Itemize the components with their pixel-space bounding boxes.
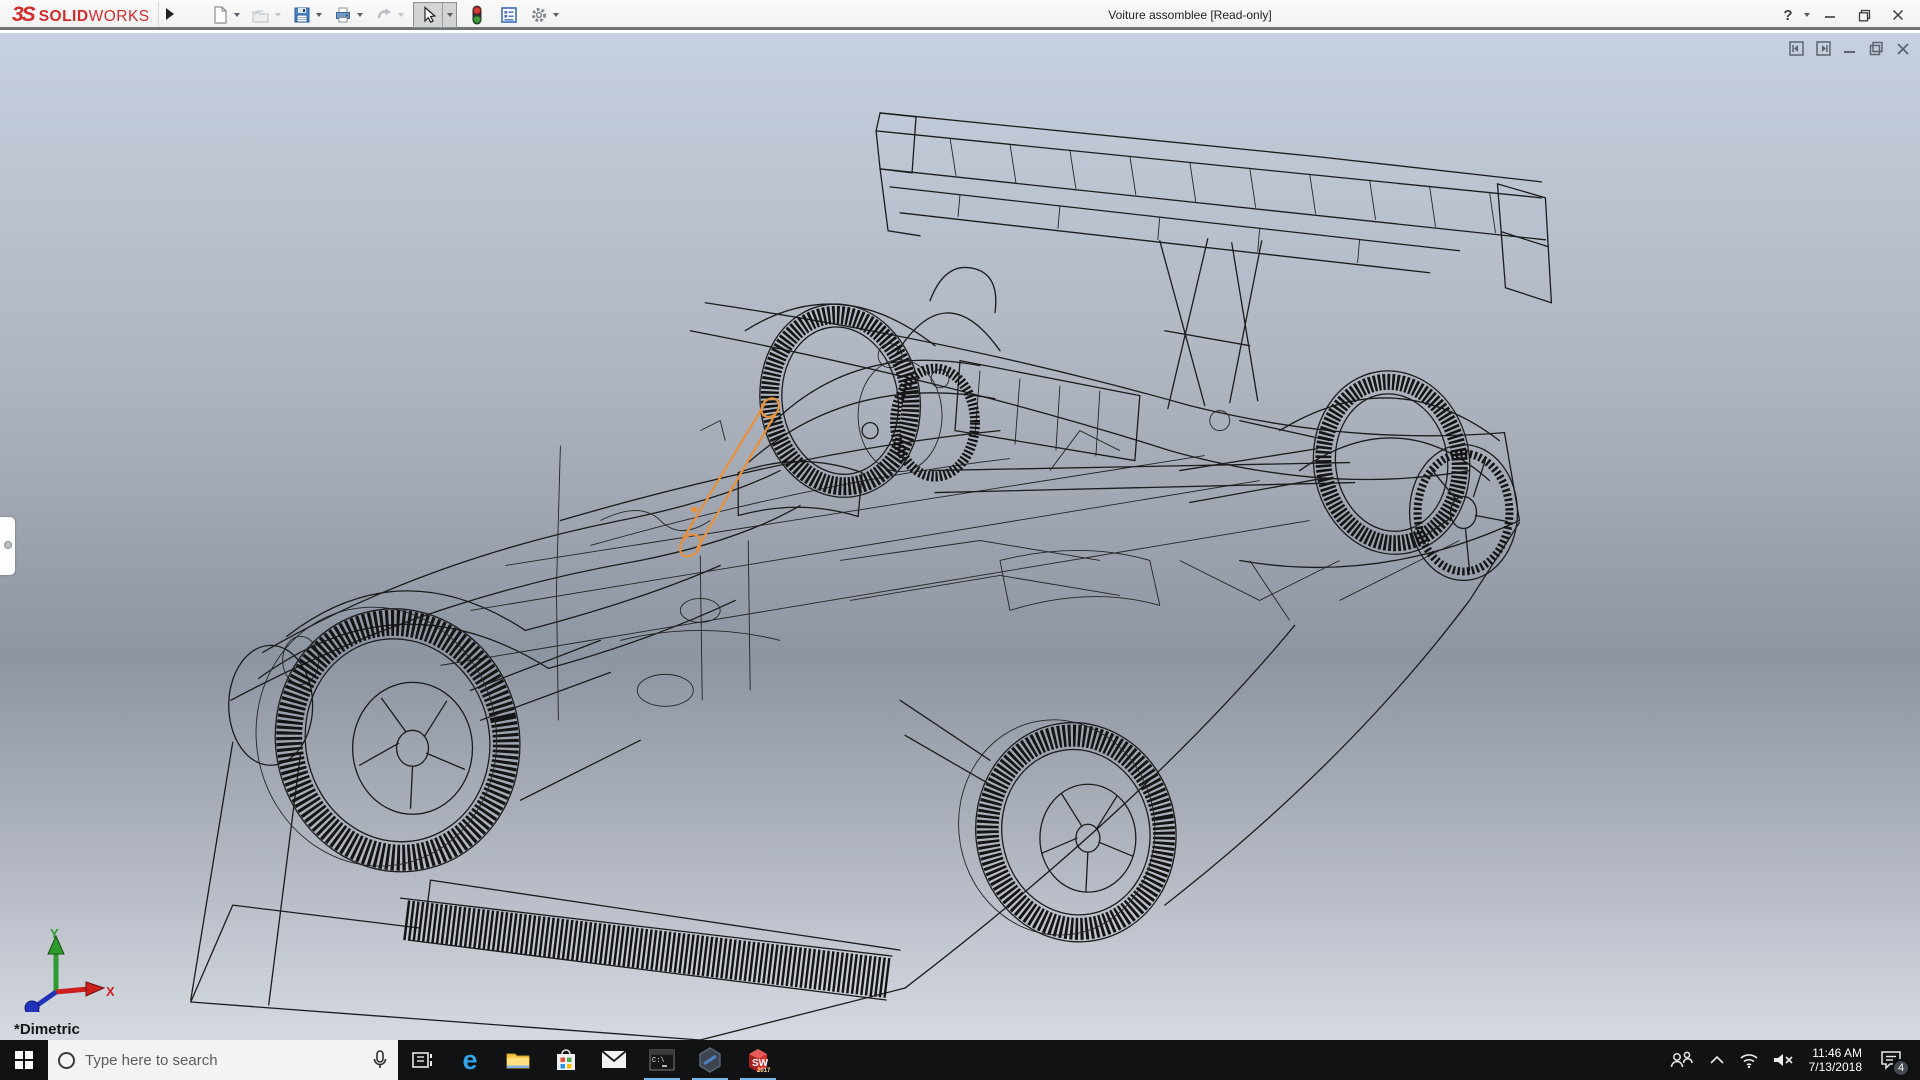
- print-button[interactable]: [331, 3, 355, 27]
- help-button[interactable]: ?: [1778, 7, 1798, 24]
- taskbar-app-store[interactable]: [542, 1040, 590, 1080]
- taskbar-app-solidworks[interactable]: SW 2017: [734, 1040, 782, 1080]
- system-tray: 11:46 AM 7/13/2018 4: [1669, 1040, 1920, 1080]
- divider: [158, 2, 159, 27]
- undo-button[interactable]: [372, 3, 396, 27]
- select-dropdown-cell[interactable]: [442, 3, 456, 27]
- file-explorer-icon: [505, 1048, 531, 1072]
- save-dropdown-caret[interactable]: [316, 13, 322, 17]
- taskbar-search[interactable]: [48, 1040, 398, 1080]
- restore-button[interactable]: [1850, 4, 1878, 26]
- cmd-prompt-text: C:\: [652, 1057, 665, 1065]
- sw-year-label: 2017: [757, 1068, 771, 1074]
- pane-right-button[interactable]: [1816, 41, 1831, 56]
- menu-flyout-arrow-icon[interactable]: [166, 8, 174, 20]
- open-folder-icon: [251, 5, 271, 25]
- edge-icon: e: [462, 1048, 477, 1072]
- new-dropdown-caret[interactable]: [234, 13, 240, 17]
- taskbar-app-edge[interactable]: e: [446, 1040, 494, 1080]
- clock-time: 11:46 AM: [1809, 1046, 1862, 1060]
- task-view-icon: [410, 1048, 434, 1072]
- options-dropdown-caret[interactable]: [553, 13, 559, 17]
- new-document-button[interactable]: [208, 3, 232, 27]
- print-dropdown-caret[interactable]: [357, 13, 363, 17]
- start-button[interactable]: [0, 1040, 48, 1080]
- taskbar-app-file-explorer[interactable]: [494, 1040, 542, 1080]
- close-button[interactable]: [1884, 4, 1912, 26]
- taskbar-app-hexagon[interactable]: [686, 1040, 734, 1080]
- open-dropdown-caret[interactable]: [275, 13, 281, 17]
- window-controls: ?: [1778, 4, 1912, 26]
- solidworks-logo: 3S SOLID WORKS: [12, 3, 150, 27]
- quick-access-toolbar: [208, 2, 568, 28]
- search-input[interactable]: [85, 1052, 362, 1069]
- options-button[interactable]: [527, 3, 551, 27]
- doc-minimize-button[interactable]: [1843, 42, 1857, 56]
- clock-date: 7/13/2018: [1809, 1060, 1862, 1074]
- display-pane-button[interactable]: [497, 3, 521, 27]
- brand-name-bold: SOLID: [39, 8, 89, 26]
- view-orientation-label: *Dimetric: [14, 1021, 80, 1038]
- new-document-icon: [210, 5, 230, 25]
- save-button[interactable]: [290, 3, 314, 27]
- pane-left-button[interactable]: [1789, 41, 1804, 56]
- properties-list-icon: [499, 5, 519, 25]
- doc-restore-button[interactable]: [1869, 41, 1884, 56]
- select-tool-group: [413, 2, 457, 28]
- taskbar-app-command-prompt[interactable]: C:\: [638, 1040, 686, 1080]
- action-center-button[interactable]: 4: [1876, 1045, 1906, 1075]
- undo-dropdown-caret[interactable]: [398, 13, 404, 17]
- store-icon: [554, 1048, 578, 1072]
- select-cursor-icon: [418, 5, 438, 25]
- close-icon: [1892, 9, 1904, 21]
- save-icon: [292, 5, 312, 25]
- reference-triad: Y X: [14, 926, 114, 1012]
- select-tool-button[interactable]: [414, 3, 442, 27]
- minimize-button[interactable]: [1816, 4, 1844, 26]
- open-button[interactable]: [249, 3, 273, 27]
- hexagon-app-icon: [697, 1047, 723, 1073]
- notification-badge: 4: [1892, 1059, 1910, 1077]
- document-window-controls: [1789, 41, 1910, 56]
- titlebar: 3S SOLID WORKS: [0, 0, 1920, 30]
- feature-panel-tab[interactable]: [0, 517, 15, 575]
- taskbar-app-mail[interactable]: [590, 1040, 638, 1080]
- print-icon: [333, 5, 353, 25]
- cortana-icon: [58, 1052, 75, 1069]
- select-dropdown-caret: [447, 13, 453, 17]
- brand-name-light: WORKS: [89, 8, 150, 26]
- restore-icon: [1858, 9, 1871, 22]
- wifi-icon[interactable]: [1739, 1052, 1759, 1068]
- solidworks-2017-icon: SW 2017: [744, 1046, 772, 1074]
- graphics-viewport[interactable]: Y X *Dimetric: [0, 33, 1920, 1040]
- microphone-icon[interactable]: [372, 1050, 388, 1070]
- taskbar-clock[interactable]: 11:46 AM 7/13/2018: [1809, 1046, 1862, 1074]
- help-dropdown-caret[interactable]: [1804, 13, 1810, 17]
- wireframe-car: [0, 33, 1920, 1040]
- minimize-icon: [1824, 9, 1836, 21]
- people-icon[interactable]: [1669, 1050, 1695, 1070]
- ds-3s-logo-icon: 3S: [12, 3, 34, 27]
- doc-close-button[interactable]: [1896, 42, 1910, 56]
- taskbar: e: [0, 1040, 1920, 1080]
- command-prompt-icon: C:\: [649, 1049, 675, 1071]
- undo-icon: [374, 5, 394, 25]
- panel-tab-handle-icon: [4, 541, 12, 549]
- axis-x-label: X: [106, 984, 114, 999]
- mail-icon: [601, 1050, 627, 1070]
- gear-icon: [529, 5, 549, 25]
- volume-muted-icon[interactable]: [1773, 1052, 1795, 1068]
- chevron-up-icon[interactable]: [1709, 1055, 1725, 1065]
- rebuild-traffic-light-icon: [467, 4, 487, 26]
- task-view-button[interactable]: [398, 1040, 446, 1080]
- screen: 3S SOLID WORKS: [0, 0, 1920, 1080]
- windows-logo-icon: [15, 1051, 33, 1069]
- rebuild-button[interactable]: [465, 3, 489, 27]
- document-title: Voiture assomblee [Read-only]: [1040, 8, 1340, 22]
